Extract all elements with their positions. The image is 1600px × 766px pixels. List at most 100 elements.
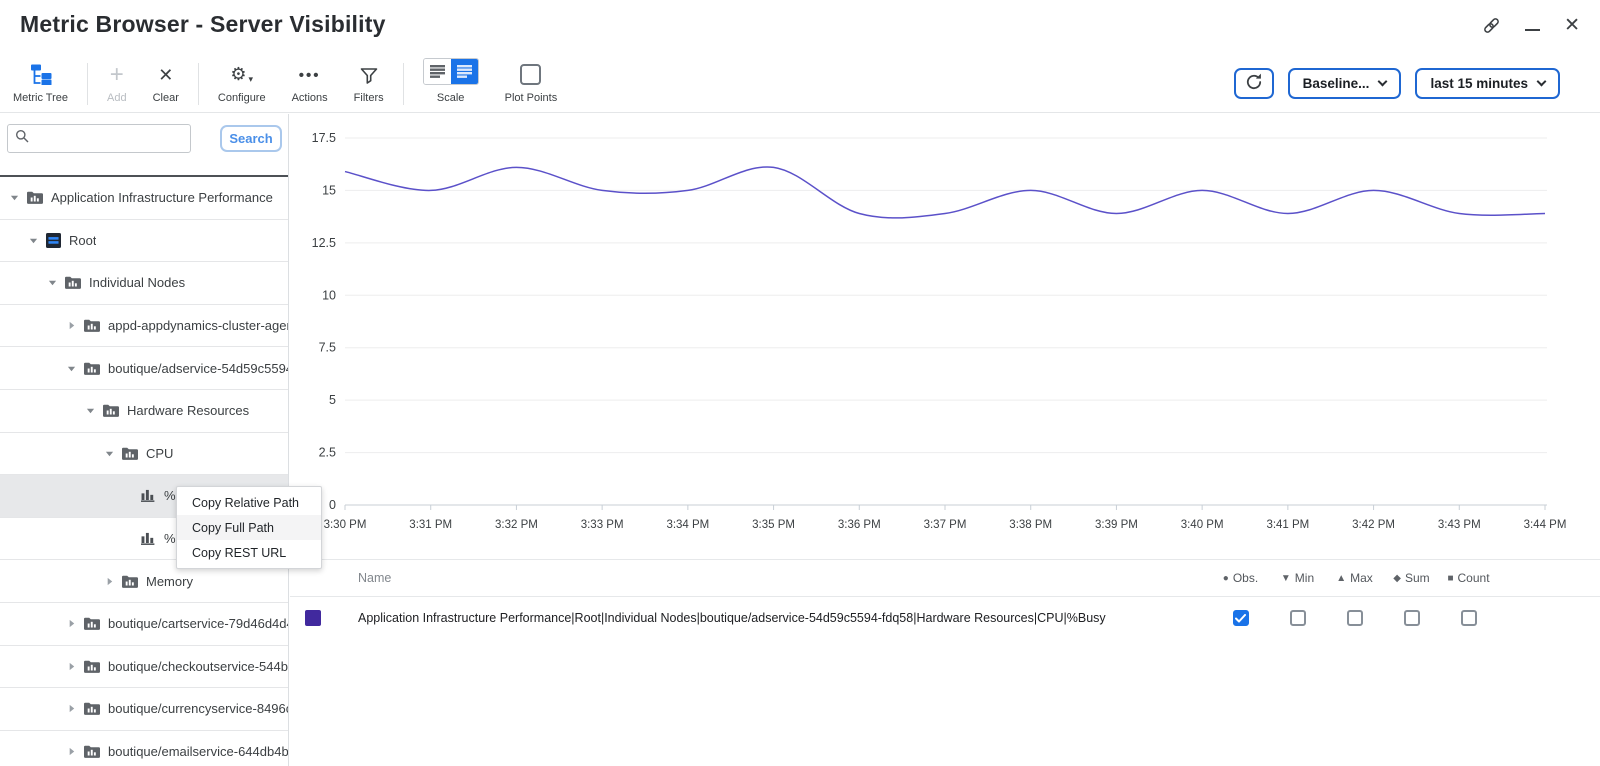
close-icon[interactable]: ✕	[1564, 16, 1580, 35]
tree-item-label: boutique/adservice-54d59c5594-fdq58	[108, 361, 288, 376]
chevron-collapsed-icon[interactable]	[67, 704, 84, 713]
unchecked-checkbox-min[interactable]	[1290, 610, 1306, 626]
plot-points-toggle[interactable]: Plot Points	[492, 58, 571, 110]
x-tick-label: 3:42 PM	[1352, 519, 1395, 531]
refresh-icon	[1244, 72, 1264, 95]
filters-button[interactable]: Filters	[341, 58, 397, 110]
tree-item-hardware-resources[interactable]: Hardware Resources	[0, 390, 288, 433]
scale-label: Scale	[437, 92, 465, 104]
plot-points-label: Plot Points	[505, 92, 558, 104]
stat-column-header-count: ■Count	[1440, 571, 1497, 585]
tree-item-label: boutique/currencyservice-8496cb5c7	[108, 701, 288, 716]
scale-off-segment[interactable]	[424, 59, 451, 84]
actions-label: Actions	[292, 92, 328, 104]
minimize-icon[interactable]	[1525, 21, 1540, 31]
context-menu-item-copy-rest-url[interactable]: Copy REST URL	[177, 540, 321, 565]
unchecked-checkbox-count[interactable]	[1461, 610, 1477, 626]
actions-button[interactable]: ••• Actions	[279, 58, 341, 110]
chevron-collapsed-icon[interactable]	[67, 321, 84, 330]
y-tick-label: 7.5	[319, 341, 336, 355]
configure-button[interactable]: ⚙▾ Configure	[205, 58, 279, 110]
refresh-button[interactable]	[1234, 68, 1274, 99]
chevron-collapsed-icon[interactable]	[67, 662, 84, 671]
stat-column-header-min: ▼Min	[1269, 571, 1326, 585]
x-tick-label: 3:38 PM	[1009, 519, 1052, 531]
unchecked-checkbox-sum[interactable]	[1404, 610, 1420, 626]
chevron-collapsed-icon[interactable]	[67, 619, 84, 628]
tree-item-appd-appdynamics-cluster-agent-app[interactable]: appd-appdynamics-cluster-agent-app	[0, 305, 288, 348]
y-tick-label: 17.5	[312, 131, 336, 145]
time-range-dropdown[interactable]: last 15 minutes	[1415, 68, 1560, 99]
checked-checkbox-obs[interactable]	[1233, 610, 1249, 626]
series-line	[345, 167, 1545, 218]
tree-item-application-infrastructure-performance[interactable]: Application Infrastructure Performance	[0, 177, 288, 220]
tree-item-label: CPU	[146, 446, 173, 461]
folder-chart-icon	[84, 362, 100, 375]
link-icon[interactable]	[1482, 16, 1501, 35]
y-tick-label: 0	[329, 498, 336, 512]
scale-toggle[interactable]: Scale	[410, 58, 492, 110]
x-tick-label: 3:31 PM	[409, 519, 452, 531]
clear-button[interactable]: ✕ Clear	[140, 58, 192, 110]
toolbar-separator	[198, 63, 199, 105]
folder-chart-icon	[122, 447, 138, 460]
gear-icon: ⚙	[230, 64, 246, 85]
context-menu-item-copy-relative-path[interactable]: Copy Relative Path	[177, 490, 321, 515]
plot-points-checkbox[interactable]	[520, 64, 541, 85]
time-range-label: last 15 minutes	[1430, 76, 1528, 91]
tree-item-label: boutique/cartservice-79d46d4d46-9b	[108, 616, 288, 631]
metric-tree: Application Infrastructure PerformanceRo…	[0, 177, 288, 766]
stat-glyph-icon: ◆	[1393, 573, 1401, 584]
scale-toggle-icon[interactable]	[423, 58, 479, 85]
metric-tree-button[interactable]: Metric Tree	[0, 58, 81, 110]
tree-item-cpu[interactable]: CPU	[0, 433, 288, 476]
stat-label: Sum	[1405, 571, 1430, 585]
folder-chart-icon	[84, 319, 100, 332]
tree-item-individual-nodes[interactable]: Individual Nodes	[0, 262, 288, 305]
chevron-expanded-icon[interactable]	[10, 193, 27, 202]
stat-label: Obs.	[1233, 571, 1258, 585]
stat-glyph-icon: ●	[1223, 573, 1229, 584]
chevron-collapsed-icon[interactable]	[67, 747, 84, 756]
chevron-down-icon	[1537, 77, 1547, 87]
main-panel: 02.557.51012.51517.53:30 PM3:31 PM3:32 P…	[290, 114, 1600, 766]
metric-tree-sidebar: Search Application Infrastructure Perfor…	[0, 114, 289, 766]
x-tick-label: 3:34 PM	[666, 519, 709, 531]
stat-column-header-max: ▲Max	[1326, 571, 1383, 585]
y-tick-label: 10	[322, 288, 336, 302]
stat-label: Min	[1295, 571, 1314, 585]
tree-item-boutique-currencyservice-8496cb5c7[interactable]: boutique/currencyservice-8496cb5c7	[0, 688, 288, 731]
context-menu-item-copy-full-path[interactable]: Copy Full Path	[177, 515, 321, 540]
metrics-table: Name ●Obs.▼Min▲Max◆Sum■Count Application…	[290, 559, 1600, 639]
stat-glyph-icon: ▲	[1336, 573, 1346, 584]
search-input[interactable]	[34, 131, 183, 146]
tree-item-boutique-adservice-54d59c5594-fdq58[interactable]: boutique/adservice-54d59c5594-fdq58	[0, 347, 288, 390]
tree-item-boutique-emailservice-644db4bdf8-lc[interactable]: boutique/emailservice-644db4bdf8-lc	[0, 731, 288, 766]
x-tick-label: 3:35 PM	[752, 519, 795, 531]
tree-item-boutique-checkoutservice-544bdf649[interactable]: boutique/checkoutservice-544bdf649	[0, 646, 288, 689]
metric-line-chart[interactable]: 02.557.51012.51517.53:30 PM3:31 PM3:32 P…	[290, 114, 1600, 559]
tree-item-label: Memory	[146, 574, 193, 589]
ellipsis-icon: •••	[299, 63, 321, 85]
scale-on-segment[interactable]	[451, 59, 478, 84]
unchecked-checkbox-max[interactable]	[1347, 610, 1363, 626]
metric-path-text: Application Infrastructure Performance|R…	[321, 611, 1106, 625]
folder-chart-icon	[84, 660, 100, 673]
chevron-expanded-icon[interactable]	[67, 364, 84, 373]
chevron-collapsed-icon[interactable]	[105, 577, 122, 586]
folder-chart-icon	[65, 276, 81, 289]
search-button[interactable]: Search	[220, 125, 282, 152]
x-tick-label: 3:44 PM	[1524, 519, 1567, 531]
tree-item-root[interactable]: Root	[0, 220, 288, 263]
search-field[interactable]	[7, 124, 191, 153]
chevron-expanded-icon[interactable]	[48, 278, 65, 287]
chevron-expanded-icon[interactable]	[105, 449, 122, 458]
toolbar-right: Baseline... last 15 minutes	[1234, 68, 1560, 99]
chevron-expanded-icon[interactable]	[86, 406, 103, 415]
add-label: Add	[107, 92, 127, 104]
baseline-dropdown[interactable]: Baseline...	[1288, 68, 1402, 99]
chevron-expanded-icon[interactable]	[29, 236, 46, 245]
tree-item-label: Individual Nodes	[89, 275, 185, 290]
tree-item-boutique-cartservice-79d46d4d46-9b[interactable]: boutique/cartservice-79d46d4d46-9b	[0, 603, 288, 646]
y-tick-label: 12.5	[312, 236, 336, 250]
